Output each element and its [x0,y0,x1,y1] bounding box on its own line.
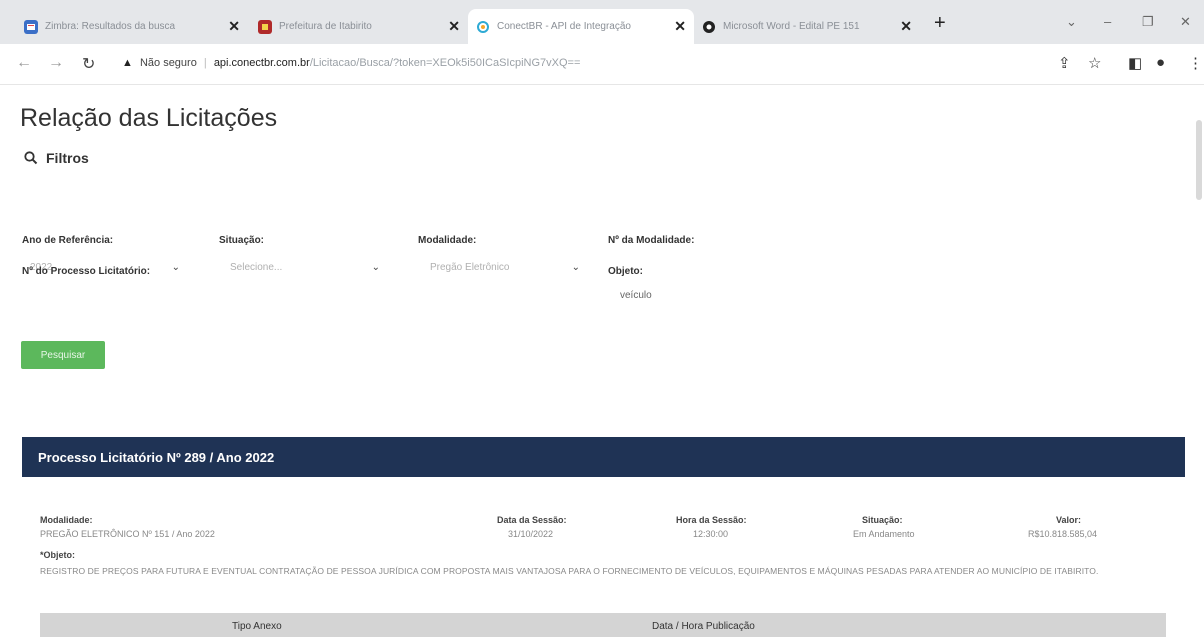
tab-prefeitura[interactable]: Prefeitura de Itabirito ✕ [250,9,468,44]
tab-search-icon[interactable]: ⌄ [1066,14,1077,30]
url-divider: | [203,57,207,69]
num-modalidade-label: Nº da Modalidade: [608,235,695,246]
ano-label: Ano de Referência: [22,235,114,246]
tab-conectbr[interactable]: ConectBR - API de Integração ✕ [468,9,694,44]
page-scrollbar[interactable] [1196,120,1202,200]
modalidade-label: Modalidade: [418,235,477,246]
zimbra-icon [24,19,38,34]
close-tab-icon[interactable]: ✕ [228,18,240,35]
prefeitura-icon [258,19,272,34]
chevron-down-icon: ⌄ [571,262,580,273]
security-label: Não seguro [139,57,197,69]
close-window-icon[interactable]: ✕ [1180,14,1191,30]
objeto-input[interactable]: veículo [620,290,652,301]
modalidade-col-value: PREGÃO ELETRÔNICO Nº 151 / Ano 2022 [40,529,215,539]
chevron-down-icon: ⌄ [171,262,180,273]
sidepanel-icon[interactable]: ◧ [1128,54,1142,72]
share-icon[interactable]: ⇪ [1058,54,1071,72]
close-tab-icon[interactable]: ✕ [900,18,912,35]
modalidade-select[interactable]: Pregão Eletrônico ⌄ [430,262,580,273]
forward-icon[interactable]: → [48,54,64,72]
url-host: api.conectbr.com.br [213,57,310,69]
restore-icon[interactable]: ❐ [1142,14,1154,30]
url-path: /Licitacao/Busca/?token=XEOk5i50ICaSIcpi… [309,57,581,69]
reload-icon[interactable]: ↻ [82,54,95,74]
filters-label: Filtros [46,150,89,166]
hora-sessao-value: 12:30:00 [693,529,729,539]
situacao-col-value: Em Andamento [853,529,915,539]
back-icon[interactable]: ← [16,54,32,72]
tab-zimbra[interactable]: Zimbra: Resultados da busca ✕ [16,9,248,44]
tab-word[interactable]: Microsoft Word - Edital PE 151 ✕ [694,9,920,44]
annex-table-header: Tipo Anexo Data / Hora Publicação [40,613,1166,637]
modalidade-value: Pregão Eletrônico [430,262,510,273]
tab-title: Prefeitura de Itabirito [279,21,372,32]
objeto-label: Objeto: [608,266,643,277]
chevron-down-icon: ⌄ [371,262,380,273]
valor-label: Valor: [1056,515,1082,525]
situacao-label: Situação: [219,235,265,246]
close-tab-icon[interactable]: ✕ [448,18,460,35]
url-field[interactable]: ▲ Não seguro | api.conectbr.com.br/Licit… [122,57,580,69]
tab-title: Zimbra: Resultados da busca [45,21,176,32]
word-icon [702,20,716,34]
tab-title: Microsoft Word - Edital PE 151 [723,21,860,32]
situacao-col-label: Situação: [862,515,903,525]
situacao-placeholder: Selecione... [230,262,283,273]
menu-icon[interactable]: ⋮ [1188,54,1203,72]
situacao-select[interactable]: Selecione... ⌄ [230,262,380,273]
new-tab-icon[interactable]: + [934,12,946,35]
modalidade-col-label: Modalidade: [40,515,93,525]
warning-icon: ▲ [122,57,133,69]
search-button[interactable]: Pesquisar [21,341,105,369]
filters-toggle[interactable]: Filtros [24,150,89,166]
data-sessao-value: 31/10/2022 [508,529,554,539]
minimize-icon[interactable]: – [1104,14,1111,29]
objeto-result-label: *Objeto: [40,550,75,560]
valor-value: R$10.818.585,04 [1028,529,1098,539]
search-icon [24,151,38,165]
profile-icon[interactable]: ● [1156,54,1165,71]
data-sessao-label: Data da Sessão: [497,515,567,525]
star-icon[interactable]: ☆ [1088,54,1101,72]
browser-tab-strip: Zimbra: Resultados da busca ✕ Prefeitura… [0,0,1204,44]
page-title: Relação das Licitações [20,104,278,132]
close-tab-icon[interactable]: ✕ [674,18,686,35]
conectbr-icon [476,20,490,34]
objeto-result-text: REGISTRO DE PREÇOS PARA FUTURA E EVENTUA… [40,566,1099,576]
annex-col-tipo: Tipo Anexo [232,621,282,632]
address-bar-row: ← → ↻ ▲ Não seguro | api.conectbr.com.br… [0,44,1204,85]
hora-sessao-label: Hora da Sessão: [676,515,747,525]
annex-col-data: Data / Hora Publicação [652,621,755,632]
num-processo-label: Nº do Processo Licitatório: [22,266,151,277]
process-header: Processo Licitatório Nº 289 / Ano 2022 [22,437,1185,477]
tab-title: ConectBR - API de Integração [497,21,631,32]
